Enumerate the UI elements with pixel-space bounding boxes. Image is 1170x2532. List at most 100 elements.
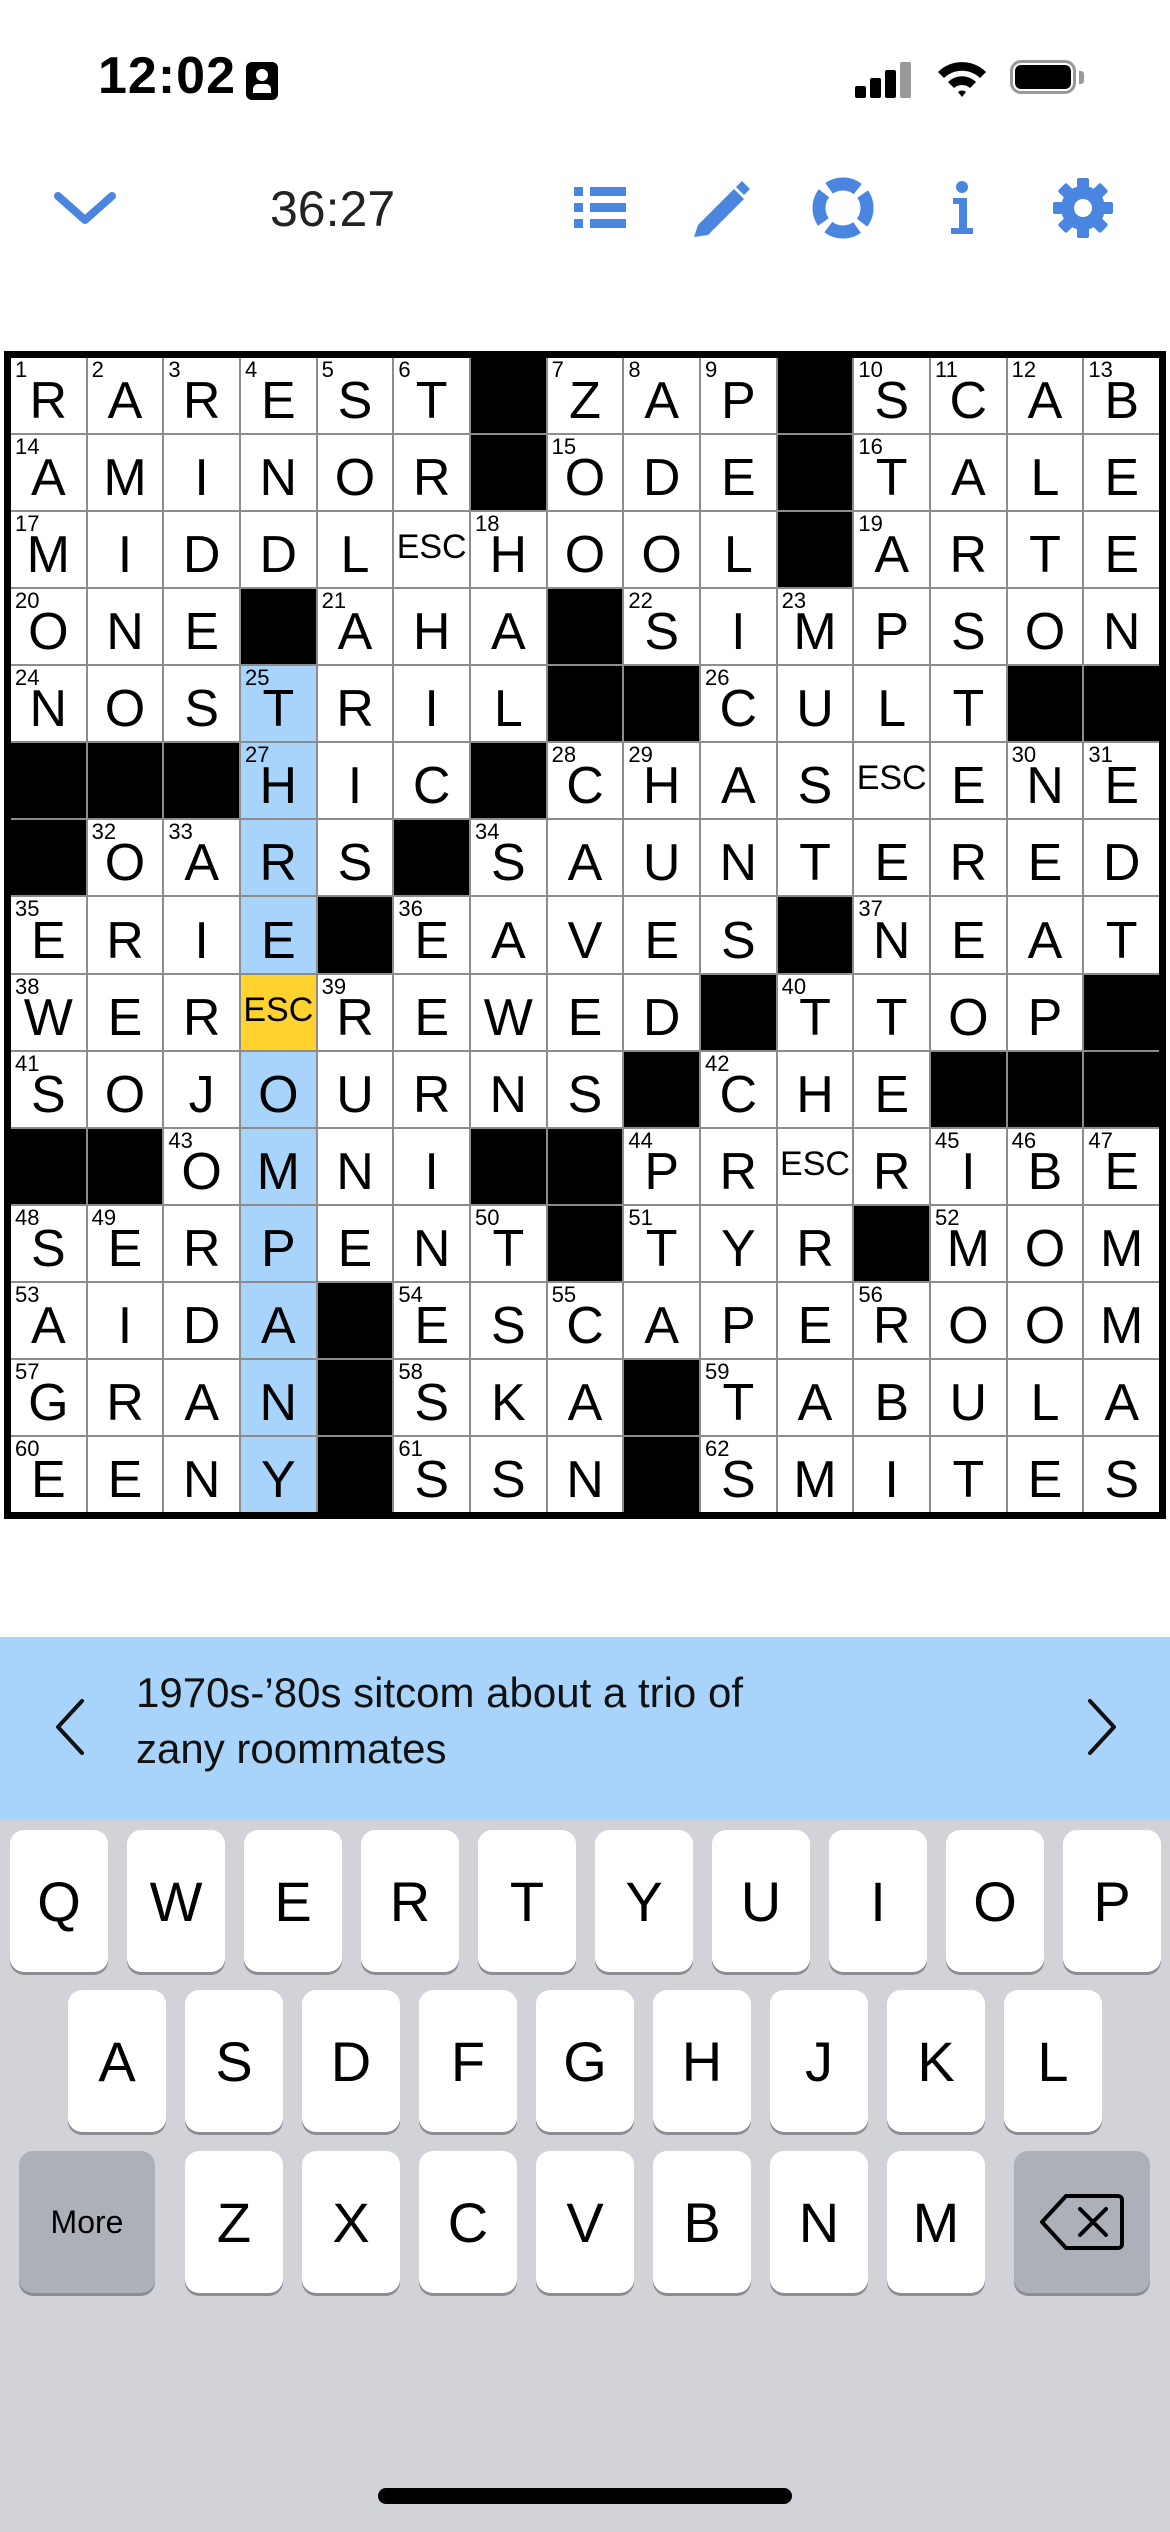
- key-n[interactable]: N: [770, 2151, 868, 2293]
- grid-cell[interactable]: N: [470, 1051, 546, 1127]
- grid-cell[interactable]: 29 H: [624, 743, 699, 819]
- grid-cell[interactable]: A: [240, 1282, 316, 1358]
- grid-cell[interactable]: D: [164, 1282, 239, 1358]
- grid-cell[interactable]: E: [240, 897, 316, 973]
- grid-cell[interactable]: 14 A: [11, 435, 86, 511]
- grid-cell[interactable]: ESC: [394, 512, 469, 588]
- grid-cell[interactable]: I: [164, 435, 239, 511]
- clue-text[interactable]: 1970s-’80s sitcom about a trio of zany r…: [136, 1665, 956, 1777]
- grid-cell[interactable]: H: [777, 1051, 853, 1127]
- grid-cell[interactable]: R: [164, 974, 239, 1050]
- grid-cell[interactable]: A: [930, 435, 1006, 511]
- grid-cell[interactable]: 48 S: [11, 1205, 86, 1281]
- grid-cell[interactable]: T: [930, 666, 1006, 742]
- grid-cell[interactable]: N: [1084, 589, 1159, 665]
- grid-cell[interactable]: 36 E: [394, 897, 469, 973]
- key-p[interactable]: P: [1063, 1830, 1161, 1972]
- grid-cell[interactable]: O: [1007, 589, 1083, 665]
- grid-cell[interactable]: 34 S: [470, 820, 546, 896]
- grid-cell[interactable]: D: [164, 512, 239, 588]
- key-o[interactable]: O: [946, 1830, 1044, 1972]
- grid-cell[interactable]: 13 B: [1084, 358, 1159, 434]
- grid-cell[interactable]: T: [930, 1436, 1006, 1512]
- grid-cell[interactable]: R: [317, 666, 393, 742]
- grid-cell[interactable]: 38 W: [11, 974, 86, 1050]
- grid-cell[interactable]: 2A: [87, 358, 163, 434]
- grid-cell[interactable]: V: [547, 897, 623, 973]
- grid-cell[interactable]: A: [1007, 897, 1083, 973]
- grid-cell[interactable]: R: [700, 1128, 776, 1204]
- grid-cell[interactable]: N: [240, 1359, 316, 1435]
- grid-cell[interactable]: A: [777, 1359, 853, 1435]
- list-icon[interactable]: [565, 176, 635, 240]
- grid-cell[interactable]: R: [87, 1359, 163, 1435]
- grid-cell[interactable]: N: [87, 589, 163, 665]
- grid-cell[interactable]: 55 C: [547, 1282, 623, 1358]
- grid-cell[interactable]: 27 H: [240, 743, 316, 819]
- grid-cell[interactable]: 40 T: [777, 974, 853, 1050]
- grid-cell[interactable]: C: [394, 743, 469, 819]
- grid-cell[interactable]: 5S: [317, 358, 393, 434]
- grid-cell[interactable]: A: [700, 743, 776, 819]
- grid-cell[interactable]: E: [854, 1051, 929, 1127]
- grid-cell[interactable]: A: [470, 897, 546, 973]
- grid-cell[interactable]: 61 S: [394, 1436, 469, 1512]
- grid-cell[interactable]: L: [470, 666, 546, 742]
- grid-cell[interactable]: 25 T: [240, 666, 316, 742]
- chevron-left-icon[interactable]: [40, 1677, 100, 1777]
- grid-cell[interactable]: Y: [240, 1436, 316, 1512]
- grid-cell[interactable]: O: [547, 512, 623, 588]
- grid-cell[interactable]: A: [470, 589, 546, 665]
- grid-cell[interactable]: N: [700, 820, 776, 896]
- grid-cell[interactable]: D: [624, 435, 699, 511]
- grid-cell[interactable]: K: [470, 1359, 546, 1435]
- key-e[interactable]: E: [244, 1830, 342, 1972]
- grid-cell[interactable]: D: [240, 512, 316, 588]
- grid-cell[interactable]: 17 M: [11, 512, 86, 588]
- grid-cell[interactable]: 12 A: [1007, 358, 1083, 434]
- key-k[interactable]: K: [887, 1990, 985, 2132]
- grid-cell[interactable]: H: [394, 589, 469, 665]
- grid-cell[interactable]: S: [930, 589, 1006, 665]
- more-key[interactable]: More: [19, 2151, 155, 2293]
- grid-cell[interactable]: R: [930, 820, 1006, 896]
- grid-cell[interactable]: R: [394, 435, 469, 511]
- grid-cell[interactable]: R: [777, 1205, 853, 1281]
- grid-cell[interactable]: I: [700, 589, 776, 665]
- grid-cell[interactable]: N: [547, 1436, 623, 1512]
- grid-cell[interactable]: ESC: [240, 974, 316, 1050]
- grid-cell[interactable]: 51 T: [624, 1205, 699, 1281]
- grid-cell[interactable]: P: [240, 1205, 316, 1281]
- key-w[interactable]: W: [127, 1830, 225, 1972]
- key-r[interactable]: R: [361, 1830, 459, 1972]
- grid-cell[interactable]: 7Z: [547, 358, 623, 434]
- grid-cell[interactable]: P: [854, 589, 929, 665]
- grid-cell[interactable]: O: [1007, 1282, 1083, 1358]
- grid-cell[interactable]: 31 E: [1084, 743, 1159, 819]
- key-d[interactable]: D: [302, 1990, 400, 2132]
- grid-cell[interactable]: D: [1084, 820, 1159, 896]
- grid-cell[interactable]: N: [394, 1205, 469, 1281]
- grid-cell[interactable]: U: [624, 820, 699, 896]
- grid-cell[interactable]: R: [164, 1205, 239, 1281]
- grid-cell[interactable]: W: [470, 974, 546, 1050]
- grid-cell[interactable]: I: [87, 1282, 163, 1358]
- grid-cell[interactable]: 57 G: [11, 1359, 86, 1435]
- grid-cell[interactable]: O: [930, 1282, 1006, 1358]
- grid-cell[interactable]: 53 A: [11, 1282, 86, 1358]
- key-m[interactable]: M: [887, 2151, 985, 2293]
- grid-cell[interactable]: 32 O: [87, 820, 163, 896]
- key-f[interactable]: F: [419, 1990, 517, 2132]
- grid-cell[interactable]: N: [317, 1128, 393, 1204]
- grid-cell[interactable]: 33 A: [164, 820, 239, 896]
- grid-cell[interactable]: P: [1007, 974, 1083, 1050]
- key-z[interactable]: Z: [185, 2151, 283, 2293]
- key-b[interactable]: B: [653, 2151, 751, 2293]
- grid-cell[interactable]: 60 E: [11, 1436, 86, 1512]
- grid-cell[interactable]: 4E: [240, 358, 316, 434]
- grid-cell[interactable]: J: [164, 1051, 239, 1127]
- grid-cell[interactable]: 8A: [624, 358, 699, 434]
- grid-cell[interactable]: M: [1084, 1205, 1159, 1281]
- key-x[interactable]: X: [302, 2151, 400, 2293]
- key-s[interactable]: S: [185, 1990, 283, 2132]
